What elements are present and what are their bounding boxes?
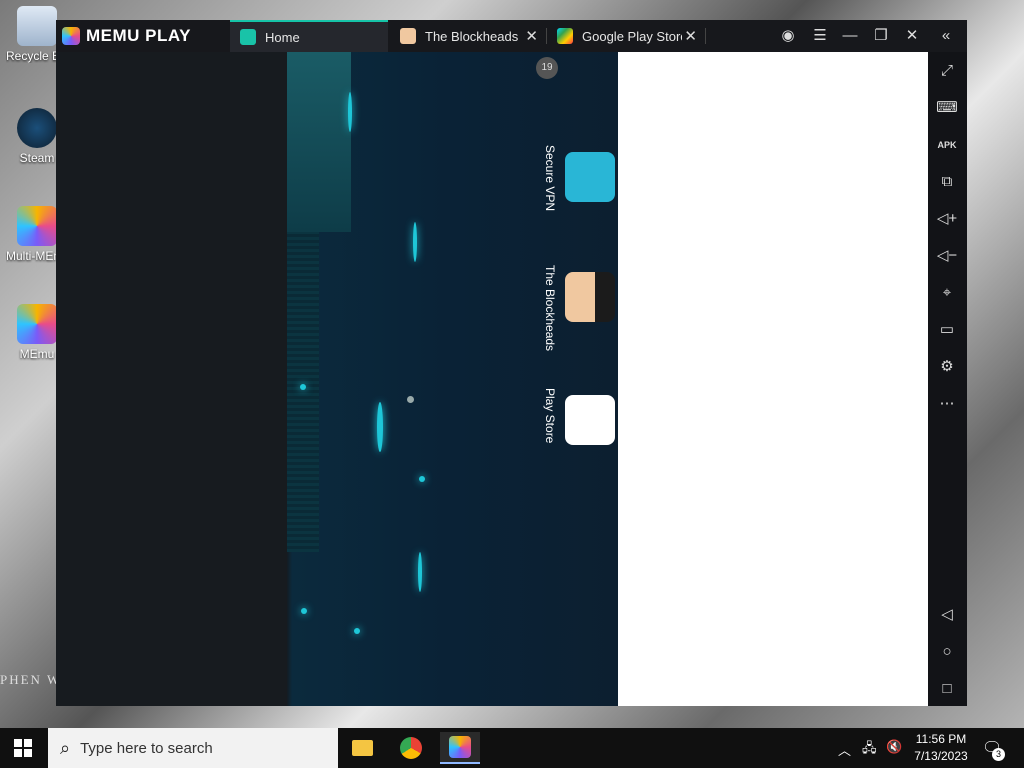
volume-up-icon[interactable]: ◁+ — [936, 208, 958, 230]
search-icon: ⌕ — [60, 737, 71, 758]
taskbar-file-explorer[interactable] — [342, 732, 382, 764]
tool-sidebar: ⤢ ⌨ APK ⧉ ◁+ ◁− ⌖ ▭ ⚙ ⋯ ◁ ○ □ — [928, 52, 967, 706]
wallpaper-glow — [354, 628, 360, 634]
page-indicator-dot — [407, 396, 414, 403]
wallpaper-grid — [287, 232, 319, 552]
menu-icon[interactable]: ☰ — [810, 26, 830, 46]
clock-date: 7/13/2023 — [914, 749, 968, 763]
memu-logo-icon — [62, 27, 80, 45]
taskbar: ⌕ Type here to search ︿ 🖧 🔇 11:56 PM 7/1… — [0, 728, 1024, 768]
account-icon[interactable]: ◉ — [778, 26, 798, 46]
play-store-icon — [565, 395, 615, 445]
clock-time: 11:56 PM — [915, 732, 967, 746]
location-icon[interactable]: ⌖ — [936, 282, 958, 304]
keyboard-icon[interactable]: ⌨ — [936, 97, 958, 119]
tab-label: Home — [265, 29, 300, 45]
secure-vpn-icon — [565, 152, 615, 202]
app-label: Play Store — [543, 388, 557, 444]
app-the-blockheads[interactable]: The Blockheads — [542, 265, 618, 352]
volume-muted-icon[interactable]: 🔇 — [886, 739, 902, 755]
tab-label: The Blockheads — [425, 28, 519, 44]
taskbar-memu[interactable] — [440, 732, 480, 764]
blockheads-icon — [565, 272, 615, 322]
home-tab-icon — [240, 29, 256, 45]
wallpaper-glow — [300, 384, 306, 390]
memu-icon — [17, 304, 57, 344]
blank-panel — [618, 52, 928, 706]
tab-the-blockheads[interactable]: The Blockheads ✕ — [390, 20, 546, 52]
search-placeholder: Type here to search — [80, 739, 213, 757]
fullscreen-icon[interactable]: ⤢ — [936, 60, 958, 82]
app-secure-vpn[interactable]: Secure VPN — [542, 145, 618, 232]
wallpaper-glow — [413, 222, 417, 262]
memu-icon — [449, 736, 471, 758]
left-panel — [56, 52, 287, 706]
tab-label: Google Play Store — [582, 28, 682, 44]
collapse-icon[interactable]: « — [936, 26, 956, 46]
tab-google-play-store[interactable]: Google Play Store ✕ — [547, 20, 705, 52]
play-store-tab-icon — [557, 28, 573, 44]
chrome-icon — [400, 737, 422, 759]
steam-icon — [17, 108, 57, 148]
brand-name: MEMU PLAY — [86, 26, 191, 45]
multi-memu-icon — [17, 206, 57, 246]
recycle-bin-icon — [17, 6, 57, 46]
memu-logo: MEMU PLAY — [62, 26, 191, 46]
volume-down-icon[interactable]: ◁− — [936, 245, 958, 267]
apk-icon[interactable]: APK — [936, 134, 958, 156]
android-home-screen[interactable]: 19 Secure VPN The Blockheads Play Store — [56, 52, 618, 706]
more-icon[interactable]: ⋯ — [936, 393, 958, 415]
close-icon[interactable]: ✕ — [902, 26, 922, 46]
wallpaper-glow — [418, 552, 422, 592]
memu-window: MEMU PLAY Home The Blockheads ✕ Google P… — [56, 20, 967, 706]
back-icon[interactable]: ◁ — [936, 604, 958, 626]
tab-divider — [705, 28, 706, 44]
app-label: Secure VPN — [543, 145, 557, 212]
wallpaper-glow — [377, 402, 383, 452]
folder-icon[interactable]: ▭ — [936, 319, 958, 341]
wallpaper-glow — [348, 92, 352, 132]
close-tab-icon[interactable]: ✕ — [525, 27, 538, 45]
multi-window-icon[interactable]: ⧉ — [936, 171, 958, 193]
restore-icon[interactable]: ❐ — [871, 26, 891, 46]
taskbar-chrome[interactable] — [391, 732, 431, 764]
app-label: The Blockheads — [543, 265, 557, 352]
wallpaper-watermark: PHEN W — [0, 672, 62, 687]
blockheads-tab-icon — [400, 28, 416, 44]
folder-icon — [352, 740, 373, 756]
notification-count-badge: 3 — [992, 748, 1005, 761]
close-tab-icon[interactable]: ✕ — [684, 27, 697, 45]
chevron-up-icon[interactable]: ︿ — [838, 740, 851, 759]
search-box[interactable]: ⌕ Type here to search — [48, 728, 338, 768]
home-icon[interactable]: ○ — [936, 641, 958, 663]
windows-start-icon[interactable] — [14, 739, 32, 757]
clock[interactable]: 11:56 PM 7/13/2023 — [912, 732, 970, 763]
tab-home[interactable]: Home — [230, 20, 388, 52]
wallpaper-glow — [419, 476, 425, 482]
network-icon[interactable]: 🖧 — [862, 739, 877, 761]
wallpaper-shape — [287, 52, 351, 232]
minimize-icon[interactable]: — — [840, 26, 860, 46]
notification-badge[interactable]: 19 — [536, 57, 558, 79]
wallpaper-glow — [301, 608, 307, 614]
settings-icon[interactable]: ⚙ — [936, 356, 958, 378]
recents-icon[interactable]: □ — [936, 678, 958, 700]
title-bar: MEMU PLAY Home The Blockheads ✕ Google P… — [56, 20, 967, 52]
app-play-store[interactable]: Play Store — [542, 388, 618, 475]
